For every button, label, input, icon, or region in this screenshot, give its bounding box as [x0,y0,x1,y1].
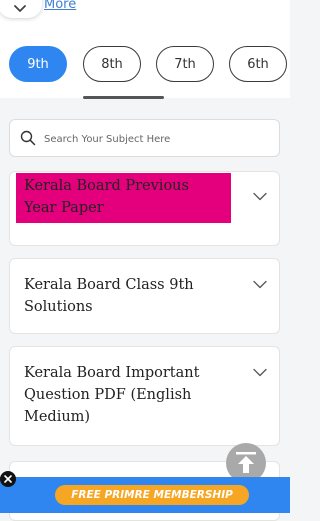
subject-title: Kerala Board Previous Year Paper [16,173,231,223]
tabs-scrollbar[interactable] [83,96,164,99]
tab-8th[interactable]: 8th [83,46,141,82]
membership-banner: FREE PRIMRE MEMBERSHIP [0,477,290,513]
chevron-down-icon [14,5,26,12]
more-link[interactable]: More [44,0,76,12]
subject-title: Kerala Board Important Question PDF (Eng… [24,365,200,425]
tab-label: 8th [101,56,123,72]
subject-card-important-question-pdf[interactable]: Kerala Board Important Question PDF (Eng… [9,346,280,446]
tab-6th[interactable]: 6th [229,46,287,82]
collapse-toggle-button[interactable] [0,0,42,18]
free-membership-button[interactable]: FREE PRIMRE MEMBERSHIP [55,485,249,505]
chevron-down-icon [253,368,267,377]
search-icon [20,130,36,146]
subject-card-class-9th-solutions[interactable]: Kerala Board Class 9th Solutions [9,258,280,334]
top-area: More 9th 8th 7th 6th [0,0,290,99]
subject-card-previous-year-paper[interactable]: Kerala Board Previous Year Paper [9,171,280,246]
search-box [9,119,280,157]
arrow-up-icon [236,452,256,473]
tab-label: 7th [174,56,196,72]
tab-7th[interactable]: 7th [156,46,214,82]
tab-label: 6th [247,56,269,72]
close-banner-button[interactable] [0,471,16,487]
tab-9th[interactable]: 9th [9,46,67,82]
close-icon [4,475,12,483]
chevron-down-icon [253,280,267,289]
class-tabs: 9th 8th 7th 6th [9,46,290,84]
chevron-down-icon [253,192,267,201]
subject-title: Kerala Board Class 9th Solutions [24,277,194,315]
search-input[interactable] [42,122,276,156]
tab-label: 9th [27,56,49,72]
